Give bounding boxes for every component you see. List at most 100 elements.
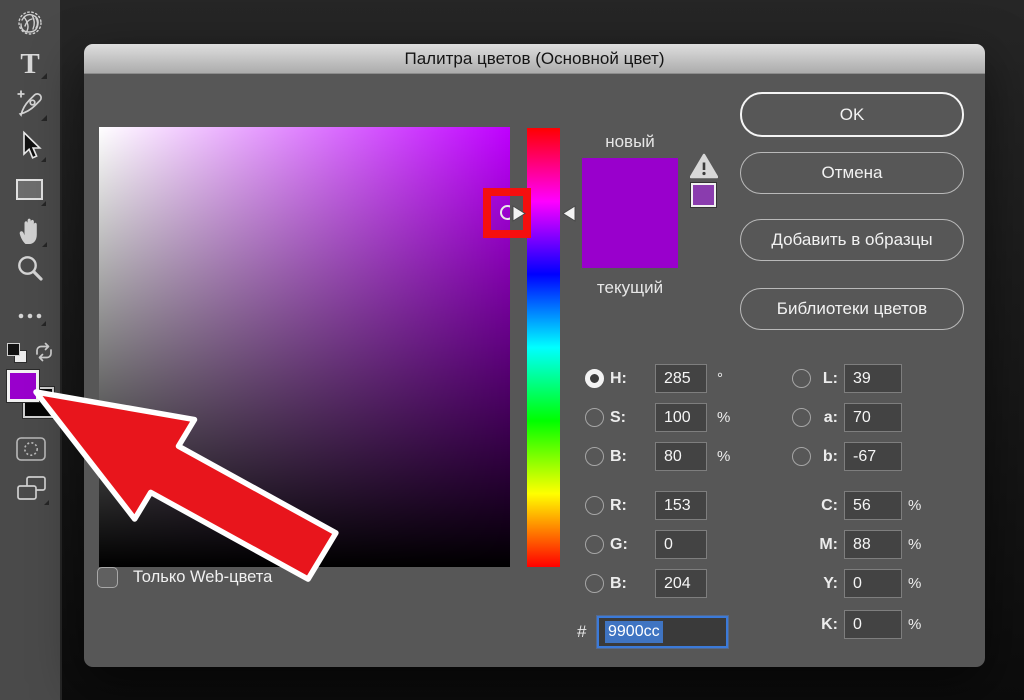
k-label: K: xyxy=(804,610,838,640)
path-selection-tool-button[interactable] xyxy=(12,129,48,165)
hue-slider-left-handle[interactable] xyxy=(512,205,526,227)
tools-panel: T xyxy=(0,0,62,700)
hex-prefix: # xyxy=(577,616,586,648)
type-tool-button[interactable]: T xyxy=(13,46,49,82)
k-unit: % xyxy=(908,610,921,640)
r-row: R: 153 xyxy=(585,491,755,521)
y-row: Y: 0 % xyxy=(792,569,972,599)
y-unit: % xyxy=(908,569,921,599)
more-options-button[interactable] xyxy=(12,298,48,334)
hue-slider-right-handle[interactable] xyxy=(562,205,576,227)
texture-ball-icon xyxy=(12,6,48,42)
dialog-title: Палитра цветов (Основной цвет) xyxy=(404,49,664,69)
gamut-color-swatch[interactable] xyxy=(691,183,716,207)
hand-tool-button[interactable] xyxy=(13,213,49,249)
swap-arrows-icon xyxy=(33,341,55,363)
r-radio[interactable] xyxy=(585,496,604,515)
quick-mask-button[interactable] xyxy=(15,436,47,462)
pen-tool-icon xyxy=(13,87,49,123)
lab-b-input[interactable]: -67 xyxy=(844,442,902,471)
color-libraries-button[interactable]: Библиотеки цветов xyxy=(740,288,964,330)
gamut-warning-icon[interactable] xyxy=(690,153,718,184)
m-input[interactable]: 88 xyxy=(844,530,902,559)
h-radio[interactable] xyxy=(585,369,604,388)
web-colors-checkbox[interactable] xyxy=(97,567,118,588)
lab-b-row: b: -67 xyxy=(792,442,952,472)
rectangle-tool-icon xyxy=(12,172,48,208)
b-blue-radio[interactable] xyxy=(585,574,604,593)
s-label: S: xyxy=(610,403,626,433)
default-black-swatch xyxy=(7,343,20,356)
a-row: a: 70 xyxy=(792,403,952,433)
screen-mode-icon xyxy=(14,474,50,506)
m-row: M: 88 % xyxy=(792,530,972,560)
y-label: Y: xyxy=(804,569,838,599)
selection-arrow-icon xyxy=(12,129,48,165)
photoshop-workspace: T xyxy=(0,0,1024,700)
h-row: H: 285 ° xyxy=(585,364,755,394)
h-label: H: xyxy=(610,364,627,394)
m-label: M: xyxy=(804,530,838,560)
s-row: S: 100 % xyxy=(585,403,755,433)
y-input[interactable]: 0 xyxy=(844,569,902,598)
b-blue-label: B: xyxy=(610,569,627,599)
r-label: R: xyxy=(610,491,627,521)
l-input[interactable]: 39 xyxy=(844,364,902,393)
ellipsis-icon xyxy=(12,298,48,334)
dialog-titlebar[interactable]: Палитра цветов (Основной цвет) xyxy=(84,44,985,74)
hue-slider[interactable] xyxy=(527,128,560,567)
g-radio[interactable] xyxy=(585,535,604,554)
quick-mask-icon xyxy=(15,436,47,462)
b-brightness-input[interactable]: 80 xyxy=(655,442,707,471)
g-input[interactable]: 0 xyxy=(655,530,707,559)
h-input[interactable]: 285 xyxy=(655,364,707,393)
type-tool-icon: T xyxy=(13,46,49,82)
s-unit: % xyxy=(717,403,730,433)
g-row: G: 0 xyxy=(585,530,755,560)
web-colors-label: Только Web-цвета xyxy=(133,565,272,589)
b-brightness-row: B: 80 % xyxy=(585,442,755,472)
b-blue-row: B: 204 xyxy=(585,569,755,599)
cancel-button[interactable]: Отмена xyxy=(740,152,964,194)
zoom-tool-button[interactable] xyxy=(13,252,49,288)
texture-tool-button[interactable] xyxy=(12,6,48,42)
r-input[interactable]: 153 xyxy=(655,491,707,520)
swap-colors-button[interactable] xyxy=(33,341,55,363)
c-unit: % xyxy=(908,491,921,521)
l-row: L: 39 xyxy=(792,364,952,394)
new-color-swatch xyxy=(582,158,678,213)
new-color-label: новый xyxy=(570,132,690,152)
c-row: C: 56 % xyxy=(792,491,972,521)
g-label: G: xyxy=(610,530,628,560)
magnifier-icon xyxy=(13,252,49,288)
b-blue-input[interactable]: 204 xyxy=(655,569,707,598)
b-brightness-unit: % xyxy=(717,442,730,472)
hex-selected-text: 9900cc xyxy=(605,621,663,643)
l-label: L: xyxy=(804,364,838,394)
c-input[interactable]: 56 xyxy=(844,491,902,520)
k-row: K: 0 % xyxy=(792,610,972,640)
pen-tool-button[interactable] xyxy=(13,87,49,123)
k-input[interactable]: 0 xyxy=(844,610,902,639)
current-color-label: текущий xyxy=(570,278,690,298)
saturation-brightness-field[interactable] xyxy=(99,127,510,567)
ok-button[interactable]: OK xyxy=(740,92,964,137)
add-to-swatches-button[interactable]: Добавить в образцы xyxy=(740,219,964,261)
c-label: C: xyxy=(804,491,838,521)
current-color-swatch[interactable] xyxy=(582,213,678,268)
s-radio[interactable] xyxy=(585,408,604,427)
b-brightness-label: B: xyxy=(610,442,627,472)
lab-b-label: b: xyxy=(804,442,838,472)
b-brightness-radio[interactable] xyxy=(585,447,604,466)
foreground-color-swatch[interactable] xyxy=(7,370,39,402)
screen-mode-button[interactable] xyxy=(14,474,50,510)
a-input[interactable]: 70 xyxy=(844,403,902,432)
hex-input[interactable]: 9900cc xyxy=(597,616,728,648)
svg-text:T: T xyxy=(20,48,39,80)
a-label: a: xyxy=(804,403,838,433)
hand-tool-icon xyxy=(13,213,49,249)
h-unit: ° xyxy=(717,364,723,394)
s-input[interactable]: 100 xyxy=(655,403,707,432)
default-colors-button[interactable] xyxy=(7,343,29,365)
rectangle-tool-button[interactable] xyxy=(12,172,48,208)
